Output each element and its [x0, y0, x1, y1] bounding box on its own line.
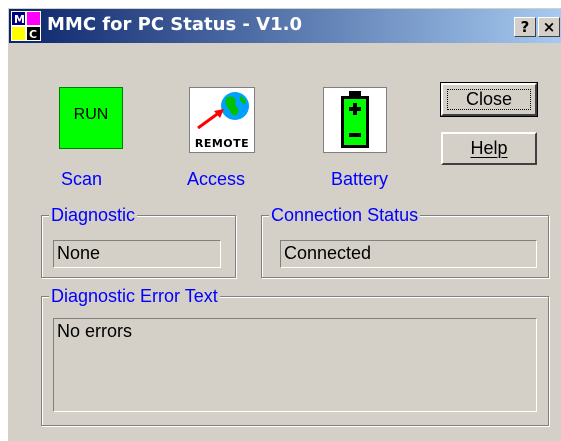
run-indicator-label: RUN [73, 106, 109, 123]
remote-globe-icon: REMOTE [189, 87, 255, 153]
svg-text:M: M [14, 13, 25, 26]
battery-icon [323, 87, 387, 153]
run-indicator: RUN [59, 87, 123, 149]
connection-status-group: Connection Status Connected [261, 204, 549, 278]
access-caption: Access [187, 169, 246, 189]
globe-arrow-graphic [197, 92, 249, 130]
battery-graphic [341, 91, 369, 148]
diagnostic-error-label: Diagnostic Error Text [49, 285, 220, 307]
titlebar-close-button[interactable]: × [538, 17, 560, 37]
help-button[interactable]: Help [441, 132, 537, 165]
connection-status-field: Connected [280, 240, 537, 268]
remote-label: REMOTE [194, 137, 250, 150]
focus-rectangle [447, 89, 531, 110]
diagnostic-group-label: Diagnostic [49, 204, 138, 226]
scan-caption: Scan [61, 169, 103, 189]
mmc-app-icon: M C [11, 11, 41, 41]
svg-text:C: C [29, 28, 37, 41]
mmc-status-window: M C MMC for PC Status - V1.0 ? × RUN REM… [8, 8, 561, 441]
titlebar-help-button[interactable]: ? [514, 17, 536, 37]
diagnostic-field: None [53, 240, 221, 268]
close-button[interactable]: Close [441, 83, 537, 116]
window-title: MMC for PC Status - V1.0 [47, 14, 302, 35]
connection-status-label: Connection Status [269, 204, 421, 226]
diagnostic-error-text: No errors [53, 318, 537, 412]
title-bar[interactable]: M C MMC for PC Status - V1.0 ? × [9, 9, 561, 43]
diagnostic-error-group: Diagnostic Error Text No errors [41, 285, 549, 426]
diagnostic-group: Diagnostic None [41, 204, 236, 278]
help-button-label: Help [470, 138, 508, 158]
battery-caption: Battery [331, 169, 389, 189]
